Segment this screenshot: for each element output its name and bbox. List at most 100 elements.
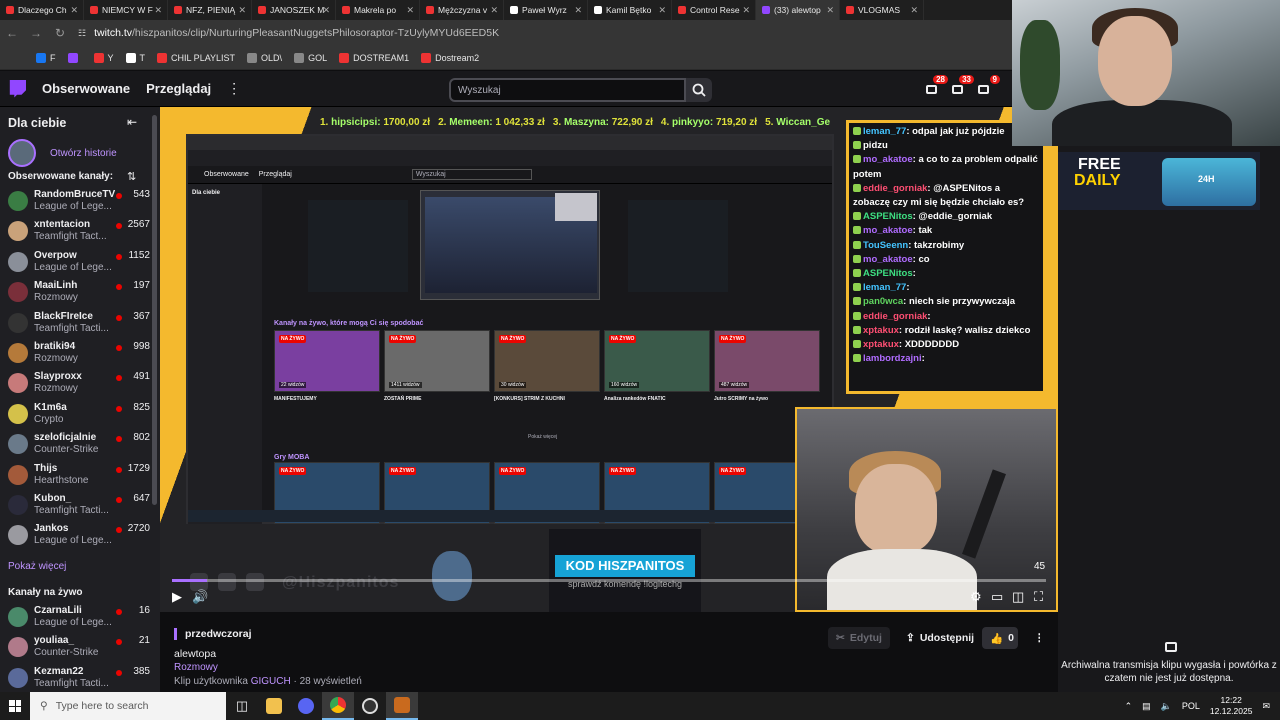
free-daily-promo-banner[interactable]: FREE DAILY 24H xyxy=(1058,152,1260,210)
address-bar[interactable]: ☷ twitch.tv/hiszpanitos/clip/NurturingPl… xyxy=(78,23,499,43)
bookmark-item[interactable]: OLD\ xyxy=(247,52,282,63)
edit-button[interactable]: ✂ Edytuj xyxy=(828,627,890,649)
sidebar-channel[interactable]: youliaa_ Counter-Strike 21 xyxy=(8,633,154,661)
forward-icon[interactable]: → xyxy=(24,26,48,40)
sidebar-channel[interactable]: Jankos League of Lege... 2720 xyxy=(8,521,154,549)
open-stories-link[interactable]: Otwórz historie xyxy=(50,148,117,159)
close-tab-icon[interactable]: ✕ xyxy=(70,5,78,16)
clip-category-link[interactable]: Rozmowy xyxy=(174,662,218,673)
clip-author-link[interactable]: GIGUCH xyxy=(251,676,291,687)
close-tab-icon[interactable]: ✕ xyxy=(154,5,162,16)
browser-tab[interactable]: Paweł Wyrz ✕ xyxy=(504,0,588,20)
collapse-sidebar-icon[interactable]: ⇤ xyxy=(127,115,137,129)
tray-chevron-icon[interactable]: ⌃ xyxy=(1125,701,1133,712)
nav-browse[interactable]: Przeglądaj xyxy=(146,81,211,96)
inbox-icon[interactable]: 28 xyxy=(924,75,948,97)
sidebar-channel[interactable]: RandomBruceTV League of Lege... 543 xyxy=(8,187,154,215)
chat-username[interactable]: eddie_gorniak xyxy=(863,311,927,322)
bookmark-item[interactable] xyxy=(67,52,82,63)
notifications-icon[interactable]: 33 xyxy=(950,75,974,97)
bookmark-item[interactable]: GOL xyxy=(294,52,327,63)
taskbar-search[interactable]: ⚲ Type here to search xyxy=(30,692,226,720)
volume-tray-icon[interactable]: 🔈 xyxy=(1161,701,1172,712)
theatre-mode-icon[interactable]: ▭ xyxy=(991,589,1003,605)
sidebar-scrollbar[interactable] xyxy=(152,115,157,505)
share-button[interactable]: ⇪ Udostępnij xyxy=(898,627,974,649)
browser-tab[interactable]: VLOGMAS ✕ xyxy=(840,0,924,20)
close-tab-icon[interactable]: ✕ xyxy=(742,5,750,16)
chat-username[interactable]: mo_akatoe xyxy=(863,225,913,236)
chat-username[interactable]: pidzu xyxy=(863,140,888,151)
browser-tab[interactable]: NIEMCY W F ✕ xyxy=(84,0,168,20)
close-tab-icon[interactable]: ✕ xyxy=(826,5,834,16)
chat-username[interactable]: eddie_gorniak xyxy=(863,183,927,194)
stories-row[interactable]: Otwórz historie xyxy=(8,139,117,167)
whispers-icon[interactable]: 9 xyxy=(976,75,1000,97)
chat-username[interactable]: mo_akatoe xyxy=(863,154,913,165)
fullscreen-icon[interactable]: ⛶ xyxy=(1034,589,1043,605)
chrome-icon[interactable] xyxy=(322,692,354,720)
settings-gear-icon[interactable]: ⚙ xyxy=(970,589,982,605)
language-indicator[interactable]: POL xyxy=(1182,701,1200,711)
site-settings-icon[interactable]: ☷ xyxy=(78,28,86,39)
bookmark-item[interactable]: Y xyxy=(93,52,114,63)
chat-username[interactable]: leman_77 xyxy=(863,126,906,137)
obs-icon[interactable] xyxy=(354,692,386,720)
start-button[interactable] xyxy=(0,692,30,720)
sidebar-channel[interactable]: CzarnaLili League of Lege... 16 xyxy=(8,603,154,631)
close-tab-icon[interactable]: ✕ xyxy=(490,5,498,16)
clock[interactable]: 12:22 12.12.2025 xyxy=(1210,695,1253,717)
close-tab-icon[interactable]: ✕ xyxy=(658,5,666,16)
chat-username[interactable]: lambordzajni xyxy=(863,353,922,364)
chat-username[interactable]: xptakux xyxy=(863,325,899,336)
sidebar-channel[interactable]: MaaiLinh Rozmowy 197 xyxy=(8,278,154,306)
chat-username[interactable]: mo_akatoe xyxy=(863,254,913,265)
sidebar-channel[interactable]: BlackFIreIce Teamfight Tacti... 367 xyxy=(8,309,154,337)
sidebar-channel[interactable]: Kezman22 Teamfight Tacti... 385 xyxy=(8,664,154,692)
sidebar-channel[interactable]: Slayproxx Rozmowy 491 xyxy=(8,369,154,397)
sidebar-channel[interactable]: K1m6a Crypto 825 xyxy=(8,400,154,428)
show-more-link[interactable]: Pokaż więcej xyxy=(8,561,66,572)
browser-tab[interactable]: Control Rese ✕ xyxy=(672,0,756,20)
sidebar-channel[interactable]: Thijs Hearthstone 1729 xyxy=(8,461,154,489)
sort-icon[interactable]: ⇅ xyxy=(127,170,136,183)
bookmark-item[interactable]: Dostream2 xyxy=(421,52,479,63)
search-input[interactable]: Wyszukaj xyxy=(449,78,686,102)
reload-icon[interactable]: ↻ xyxy=(48,26,72,40)
browser-tab[interactable]: JANOSZEK M ✕ xyxy=(252,0,336,20)
back-icon[interactable]: ← xyxy=(0,26,24,40)
twitch-logo-icon[interactable] xyxy=(9,79,26,98)
search-button[interactable] xyxy=(686,78,712,102)
volume-icon[interactable]: 🔊 xyxy=(192,589,208,605)
sidebar-channel[interactable]: Overpow League of Lege... 1152 xyxy=(8,248,154,276)
chat-username[interactable]: ASPENitos xyxy=(863,268,913,279)
sidebar-channel[interactable]: xntentacion Teamfight Tact... 2567 xyxy=(8,217,154,245)
notification-center-icon[interactable]: ✉ xyxy=(1262,701,1270,712)
close-tab-icon[interactable]: ✕ xyxy=(406,5,414,16)
browser-tab[interactable]: Makrela po ✕ xyxy=(336,0,420,20)
more-menu-icon[interactable]: ⋮ xyxy=(227,80,241,97)
network-icon[interactable]: ▤ xyxy=(1142,701,1151,712)
chat-username[interactable]: xptakux xyxy=(863,339,899,350)
bookmark-item[interactable]: DOSTREAM1 xyxy=(339,52,409,63)
video-player[interactable]: 1. hipsicipsi: 1700,00 zł 2. Memeen: 1 04… xyxy=(160,107,1058,612)
sidebar-channel[interactable]: szeloficjalnie Counter-Strike 802 xyxy=(8,430,154,458)
bookmark-item[interactable]: CHIL PLAYLIST xyxy=(157,52,235,63)
close-tab-icon[interactable]: ✕ xyxy=(910,5,918,16)
side-by-side-icon[interactable]: ◫ xyxy=(1012,589,1024,605)
file-explorer-icon[interactable] xyxy=(258,692,290,720)
browser-tab[interactable]: (33) alewtop ✕ xyxy=(756,0,840,20)
chat-username[interactable]: ASPENitos xyxy=(863,211,913,222)
chat-username[interactable]: leman_77 xyxy=(863,282,906,293)
browser-tab[interactable]: Kamil Bętko ✕ xyxy=(588,0,672,20)
sidebar-channel[interactable]: Kubon_ Teamfight Tacti... 647 xyxy=(8,491,154,519)
close-tab-icon[interactable]: ✕ xyxy=(574,5,582,16)
chat-username[interactable]: pan0wca xyxy=(863,296,903,307)
play-icon[interactable]: ▶ xyxy=(172,589,182,605)
close-tab-icon[interactable]: ✕ xyxy=(238,5,246,16)
app-icon[interactable] xyxy=(386,692,418,720)
browser-tab[interactable]: NFZ, PIENIĄ ✕ xyxy=(168,0,252,20)
browser-tab[interactable]: Dlaczego Ch ✕ xyxy=(0,0,84,20)
sidebar-channel[interactable]: bratiki94 Rozmowy 998 xyxy=(8,339,154,367)
like-button[interactable]: 👍 0 xyxy=(982,627,1018,649)
